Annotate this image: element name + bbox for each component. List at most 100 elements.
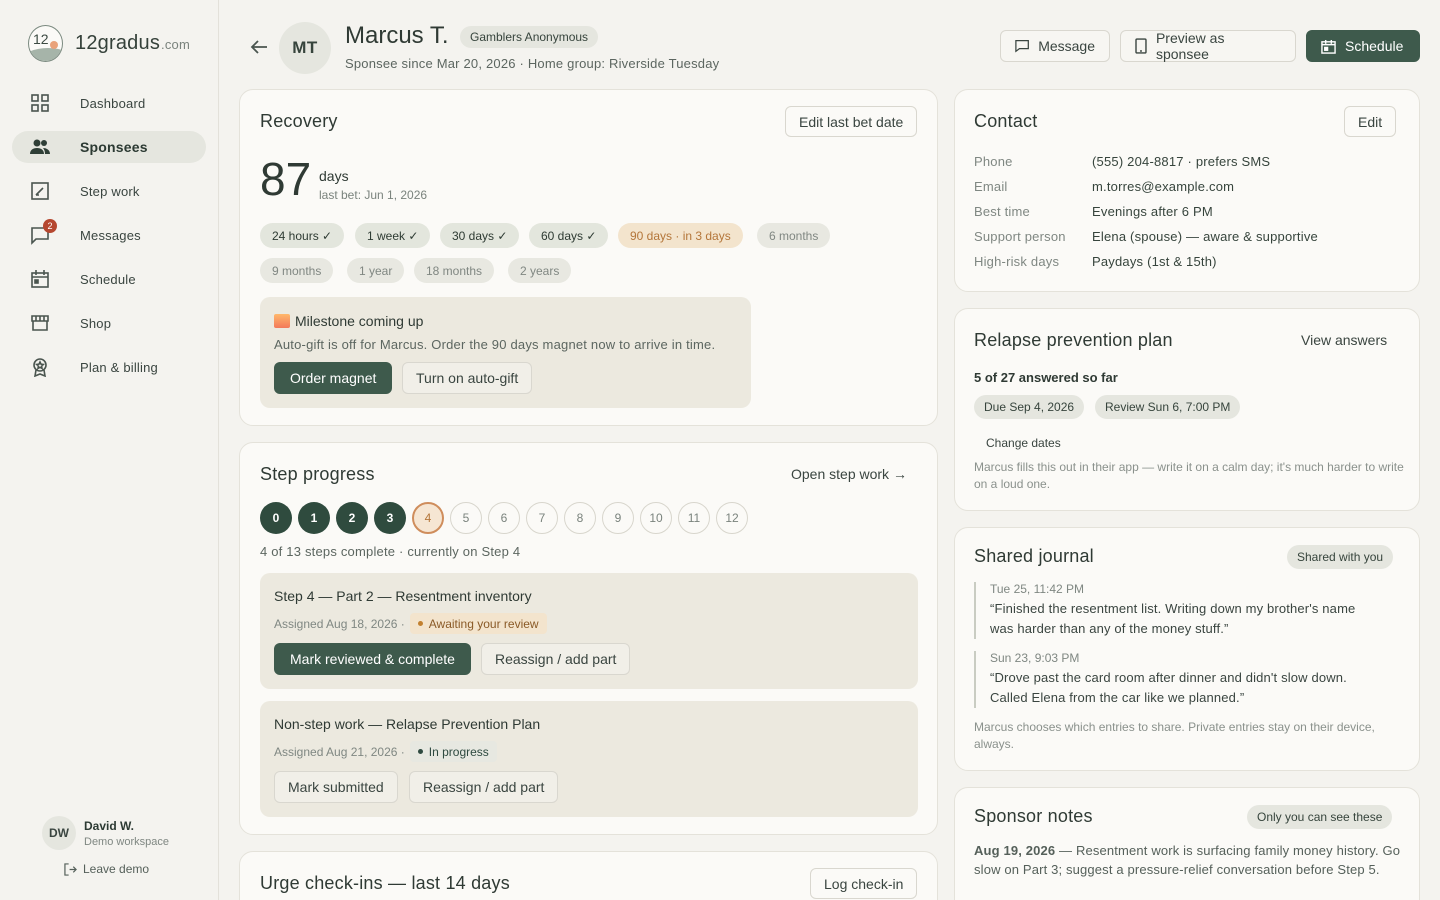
step-circle[interactable]: 12 [716,502,748,534]
sidebar-item-label: Messages [80,227,141,243]
shared-journal-card: Shared journal Shared with you Tue 25, 1… [954,527,1420,771]
sidebar-item-label: Plan & billing [80,359,158,375]
sidebar-item-dashboard[interactable]: Dashboard [12,87,206,119]
open-step-work-link[interactable]: Open step work → [791,466,907,482]
sidebar-item-plan-billing[interactable]: Plan & billing [12,351,206,383]
sidebar-item-sponsees[interactable]: Sponsees [12,131,206,163]
task-assigned-date: Assigned Aug 18, 2026 · [274,616,405,631]
callout-title: Milestone coming up [295,313,424,329]
brand[interactable]: 12 12gradus.com [0,0,218,62]
contact-phone: (555) 204-8817 · prefers SMS [1092,154,1271,169]
sidebar-item-step-work[interactable]: Step work [12,175,206,207]
sidebar-item-label: Step work [80,183,140,199]
contact-email: m.torres@example.com [1092,179,1235,194]
urge-checkins-card: Urge check-ins — last 14 days Log check-… [239,851,938,900]
mark-submitted-button[interactable]: Mark submitted [274,771,398,803]
journal-entry: Tue 25, 11:42 PM “Finished the resentmen… [974,582,1379,639]
people-icon [29,136,51,158]
turn-on-auto-gift-button[interactable]: Turn on auto-gift [402,362,533,394]
sidebar-nav: Dashboard Sponsees Step work 2 Messages … [0,87,218,383]
view-answers-link[interactable]: View answers [1301,332,1387,348]
step-circle[interactable]: 6 [488,502,520,534]
reassign-add-part-button[interactable]: Reassign / add part [481,643,631,675]
card-title: Contact [974,111,1038,131]
step-circle[interactable]: 3 [374,502,406,534]
review-date-chip: Review Sun 6, 7:00 PM [1095,395,1241,419]
sidebar-item-schedule[interactable]: Schedule [12,263,206,295]
step-circle[interactable]: 5 [450,502,482,534]
shared-with-you-badge: Shared with you [1287,545,1394,569]
milestone-chip: 30 days ✓ [440,223,520,248]
step-circle[interactable]: 10 [640,502,672,534]
sponsee-subline: Sponsee since Mar 20, 2026 · Home group:… [345,56,720,71]
step-circle[interactable]: 1 [298,502,330,534]
step-circle[interactable]: 2 [336,502,368,534]
order-magnet-button[interactable]: Order magnet [274,362,393,394]
schedule-button[interactable]: Schedule [1306,30,1420,62]
answered-count: 5 of 27 answered so far [974,370,1118,385]
chat-icon [1015,40,1029,53]
due-date-chip: Due Sep 4, 2026 [974,395,1085,419]
avatar: DW [42,816,76,850]
callout-body: Auto-gift is off for Marcus. Order the 9… [274,337,716,352]
sidebar-item-messages[interactable]: 2 Messages [12,219,206,251]
step-progress-card: Step progress Open step work → 012345678… [239,442,938,835]
sponsee-avatar: MT [279,22,331,74]
edit-contact-button[interactable]: Edit [1344,106,1397,137]
milestone-callout: Milestone coming up Auto-gift is off for… [260,297,751,408]
step-circle[interactable]: 9 [602,502,634,534]
reassign-add-part-button[interactable]: Reassign / add part [409,771,559,803]
grid-icon [29,92,51,114]
edit-last-bet-date-button[interactable]: Edit last bet date [785,106,918,137]
milestone-chip: 24 hours ✓ [260,223,345,248]
journal-text: “Finished the resentment list. Writing d… [990,601,1356,636]
card-title: Step progress [260,464,375,484]
main-content: MT Marcus T. Gamblers Anonymous Sponsee … [219,0,1440,900]
back-button[interactable] [249,37,269,57]
step-circle[interactable]: 11 [678,502,710,534]
log-check-in-button[interactable]: Log check-in [810,868,918,899]
sidebar-item-shop[interactable]: Shop [12,307,206,339]
sidebar-item-label: Sponsees [80,139,148,155]
milestone-chip: 6 months [757,223,831,248]
step-circle[interactable]: 4 [412,502,444,534]
chat-icon: 2 [29,219,57,246]
card-title: Recovery [260,111,338,131]
phone-icon [1135,38,1147,54]
task-title: Non-step work — Relapse Prevention Plan [274,716,541,732]
relapse-plan-card: Relapse prevention plan View answers 5 o… [954,308,1420,511]
journal-time: Tue 25, 11:42 PM [990,582,1085,596]
milestone-chip: 1 week ✓ [355,223,431,248]
user-workspace: Demo workspace [84,835,169,848]
group-badge: Gamblers Anonymous [460,26,599,48]
leave-demo-link[interactable]: Leave demo [64,862,149,876]
milestone-chip: 60 days ✓ [529,223,609,248]
change-dates-link[interactable]: Change dates [986,436,1061,450]
private-notes-badge: Only you can see these [1247,805,1393,829]
contact-label: Phone [974,154,1013,169]
milestone-chip-next: 90 days · in 3 days [618,223,743,248]
sponsee-name: Marcus T. [345,22,449,49]
calendar-icon [1321,39,1336,54]
message-count-badge: 2 [43,219,57,233]
task-card: Step 4 — Part 2 — Resentment inventory A… [260,573,918,689]
step-circle[interactable]: 0 [260,502,292,534]
journal-privacy-note: Marcus chooses which entries to share. P… [974,720,1375,751]
step-circle[interactable]: 8 [564,502,596,534]
mark-reviewed-complete-button[interactable]: Mark reviewed & complete [274,643,471,675]
brand-logo: 12 [28,25,64,62]
days-count: 87 [260,153,312,205]
milestone-chip: 18 months [414,258,495,283]
note-date: Aug 19, 2026 [974,843,1056,858]
task-assigned-date: Assigned Aug 21, 2026 · [274,744,405,759]
user-profile[interactable]: DW David W. Demo workspace [42,816,169,850]
message-button[interactable]: Message [1000,30,1110,62]
step-circle[interactable]: 7 [526,502,558,534]
milestone-chip: 9 months [260,258,334,283]
contact-high-risk-days: Paydays (1st & 15th) [1092,254,1217,269]
contact-label: Email [974,179,1008,194]
sunrise-icon [274,314,290,328]
journal-text: “Drove past the card room after dinner a… [990,670,1347,705]
preview-as-sponsee-button[interactable]: Preview as sponsee [1120,30,1296,62]
last-bet-date: last bet: Jun 1, 2026 [319,188,428,202]
